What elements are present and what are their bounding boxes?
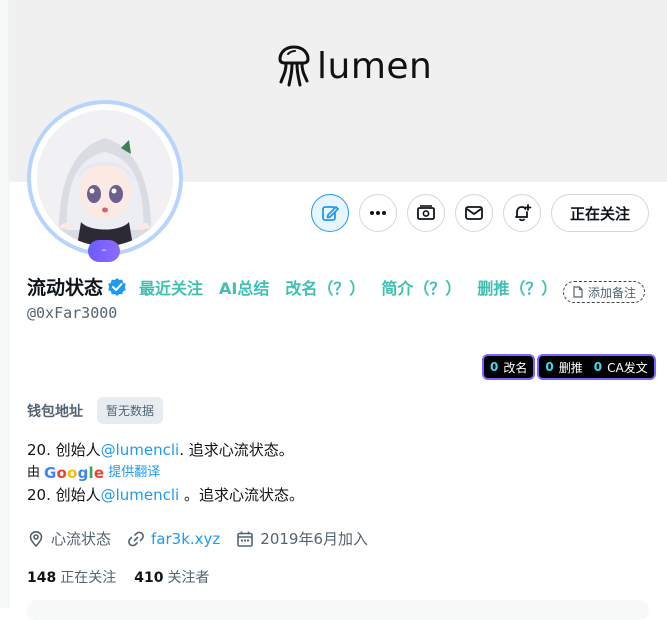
bio-translated: 20. 创始人@lumencli 。追求心流状态。	[27, 485, 304, 506]
recent-follows-link[interactable]: 最近关注	[139, 275, 203, 299]
banner-logo: lumen	[277, 44, 432, 88]
bio-original: 20. 创始人@lumencli. 追求心流状态。	[27, 440, 304, 461]
bio-line1-suffix: . 追求心流状态。	[179, 441, 294, 459]
location-pin-icon	[29, 530, 43, 547]
ai-summary-link[interactable]: AI总结	[219, 275, 269, 299]
following-stat[interactable]: 148 正在关注	[27, 567, 116, 587]
joined-text: 2019年6月加入	[260, 530, 368, 548]
jellyfish-icon	[278, 45, 310, 87]
bio-history-link[interactable]: 简介（？）	[381, 275, 461, 299]
more-button[interactable]	[358, 194, 397, 232]
bio-mention-link[interactable]: @lumencli	[101, 441, 180, 459]
bio-translated-mention-link[interactable]: @lumencli	[101, 486, 180, 504]
deleted-count-chip[interactable]: 0 删推 0 CA发文	[537, 354, 656, 380]
note-icon	[573, 286, 583, 298]
bio-line2-prefix: 20. 创始人	[27, 486, 101, 504]
wallet-row: 钱包地址 暂无数据	[27, 397, 164, 424]
calendar-icon	[237, 531, 254, 547]
history-stat-chips: 0 改名 0 删推 0 CA发文	[482, 354, 656, 380]
verified-badge-icon	[108, 277, 126, 296]
bio: 20. 创始人@lumencli. 追求心流状态。 由 Google 提供翻译 …	[27, 440, 304, 506]
rename-count-label: 改名	[503, 360, 528, 375]
deleted-count-label: 删推	[558, 360, 583, 375]
display-name: 流动状态	[27, 277, 104, 299]
rename-count: 0	[490, 360, 499, 374]
profile-meta: 心流状态 far3k.xyz 2019年6月加入	[27, 528, 368, 549]
following-button[interactable]: 正在关注	[550, 194, 649, 232]
wallet-value-badge: 暂无数据	[97, 397, 164, 424]
translate-by: 由	[27, 465, 41, 480]
wallet-label: 钱包地址	[27, 403, 83, 420]
edit-icon	[322, 206, 339, 221]
notify-button[interactable]	[502, 194, 541, 232]
bio-line1-prefix: 20. 创始人	[27, 441, 101, 459]
avatar-image	[37, 110, 173, 246]
money-icon	[417, 205, 435, 220]
more-icon	[369, 211, 386, 215]
follow-stats: 148 正在关注 410 关注者	[27, 567, 209, 587]
deleted-count: 0	[545, 360, 554, 374]
add-note-button[interactable]: 添加备注	[563, 281, 646, 303]
page-left-edge	[0, 0, 9, 608]
rename-history-link[interactable]: 改名（？）	[285, 275, 365, 299]
banner-logo-text: lumen	[317, 45, 433, 87]
user-handle: @0xFar3000	[27, 304, 118, 322]
joined-item: 2019年6月加入	[236, 528, 368, 549]
bio-line2-suffix: 。追求心流状态。	[179, 486, 305, 504]
edit-button[interactable]	[310, 194, 349, 232]
following-count: 148	[27, 570, 57, 586]
location-text: 心流状态	[51, 530, 112, 548]
deleted-posts-link[interactable]: 删推（？）	[477, 275, 557, 299]
followers-stat[interactable]: 410 关注者	[134, 567, 209, 587]
tip-button[interactable]	[406, 194, 445, 232]
ca-count-label: CA发文	[607, 360, 648, 375]
add-note-label: 添加备注	[588, 285, 637, 300]
followers-label: 关注者	[167, 570, 210, 586]
message-button[interactable]	[454, 194, 493, 232]
google-logo: Google	[44, 464, 105, 482]
link-icon	[128, 531, 144, 546]
translation-row: 由 Google 提供翻译	[27, 463, 304, 483]
avatar-badge: –	[88, 240, 120, 262]
name-row: 流动状态 最近关注 AI总结 改名（？） 简介（？） 删推（？）	[27, 273, 557, 300]
mail-icon	[465, 206, 483, 220]
website-item: far3k.xyz	[127, 530, 220, 548]
rename-count-chip[interactable]: 0 改名	[482, 354, 536, 380]
location-item: 心流状态	[27, 528, 111, 549]
bottom-card	[27, 600, 649, 620]
translate-link[interactable]: 提供翻译	[108, 463, 160, 483]
profile-actions: 正在关注	[310, 194, 649, 232]
website-link[interactable]: far3k.xyz	[151, 530, 220, 548]
followers-count: 410	[134, 570, 164, 586]
name-links: 最近关注 AI总结 改名（？） 简介（？） 删推（？）	[139, 275, 557, 299]
notification-add-icon	[515, 204, 532, 222]
following-label: 正在关注	[60, 570, 117, 586]
ca-count: 0	[593, 360, 603, 374]
avatar[interactable]	[27, 100, 183, 256]
